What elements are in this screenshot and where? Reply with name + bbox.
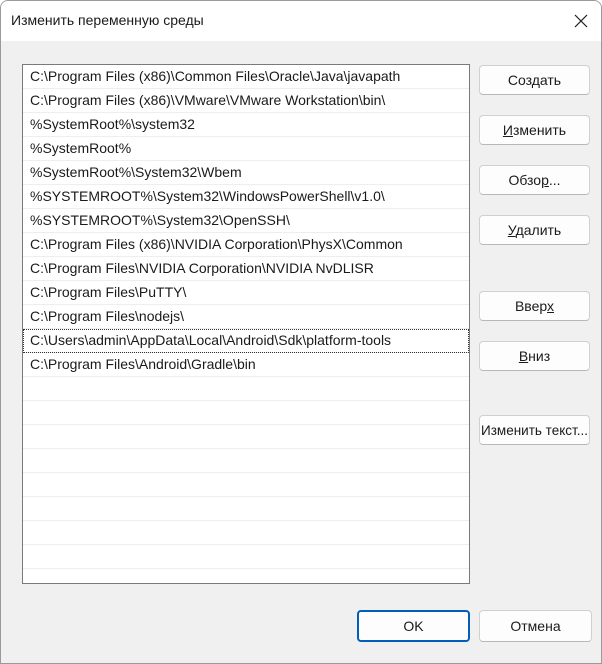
move-down-button-label: Вниз [518, 348, 551, 364]
edit-text-button-label: Изменить текст... [481, 422, 588, 438]
path-list[interactable]: C:\Program Files (x86)\Common Files\Orac… [22, 64, 470, 584]
path-list-item[interactable]: %SYSTEMROOT%\System32\WindowsPowerShell\… [23, 185, 469, 209]
path-list-empty-row [23, 545, 469, 569]
path-list-empty-row [23, 401, 469, 425]
title-bar: Изменить переменную среды [1, 1, 601, 41]
close-icon [574, 14, 588, 28]
path-list-item[interactable]: %SYSTEMROOT%\System32\OpenSSH\ [23, 209, 469, 233]
new-button[interactable]: Создать [479, 65, 590, 95]
move-up-button-label: Вверх [514, 298, 555, 314]
delete-button-label: Удалить [507, 222, 562, 238]
path-list-empty-row [23, 473, 469, 497]
new-button-label: Создать [507, 72, 562, 88]
close-button[interactable] [561, 1, 601, 41]
path-list-empty-row [23, 425, 469, 449]
path-list-item[interactable]: %SystemRoot%\System32\Wbem [23, 161, 469, 185]
path-list-empty-row [23, 521, 469, 545]
path-list-empty-row [23, 449, 469, 473]
path-list-item[interactable]: C:\Program Files\NVIDIA Corporation\NVID… [23, 257, 469, 281]
edit-text-button[interactable]: Изменить текст... [479, 415, 590, 445]
dialog-title: Изменить переменную среды [11, 12, 204, 28]
delete-button[interactable]: Удалить [479, 215, 590, 245]
path-list-item[interactable]: %SystemRoot% [23, 137, 469, 161]
cancel-button[interactable]: Отмена [479, 610, 592, 642]
edit-button-label: Изменить [502, 122, 567, 138]
move-down-button[interactable]: Вниз [479, 341, 590, 371]
path-list-item[interactable]: C:\Program Files\nodejs\ [23, 305, 469, 329]
path-list-item[interactable]: C:\Program Files (x86)\Common Files\Orac… [23, 65, 469, 89]
browse-button-label: Обзор... [508, 172, 561, 188]
ok-button[interactable]: OK [357, 610, 470, 642]
path-list-empty-row [23, 377, 469, 401]
cancel-button-label: Отмена [510, 618, 561, 634]
path-list-item[interactable]: C:\Program Files\PuTTY\ [23, 281, 469, 305]
path-list-item[interactable]: C:\Program Files (x86)\NVIDIA Corporatio… [23, 233, 469, 257]
path-list-empty-row [23, 497, 469, 521]
ok-button-label: OK [403, 618, 424, 634]
edit-button[interactable]: Изменить [479, 115, 590, 145]
path-list-item[interactable]: C:\Program Files\Android\Gradle\bin [23, 353, 469, 377]
browse-button[interactable]: Обзор... [479, 165, 590, 195]
move-up-button[interactable]: Вверх [479, 291, 590, 321]
path-list-item[interactable]: C:\Users\admin\AppData\Local\Android\Sdk… [23, 329, 469, 353]
path-list-empty-row [23, 569, 469, 583]
edit-env-var-dialog: Изменить переменную среды C:\Program Fil… [0, 0, 602, 664]
path-list-item[interactable]: C:\Program Files (x86)\VMware\VMware Wor… [23, 89, 469, 113]
path-list-item[interactable]: %SystemRoot%\system32 [23, 113, 469, 137]
